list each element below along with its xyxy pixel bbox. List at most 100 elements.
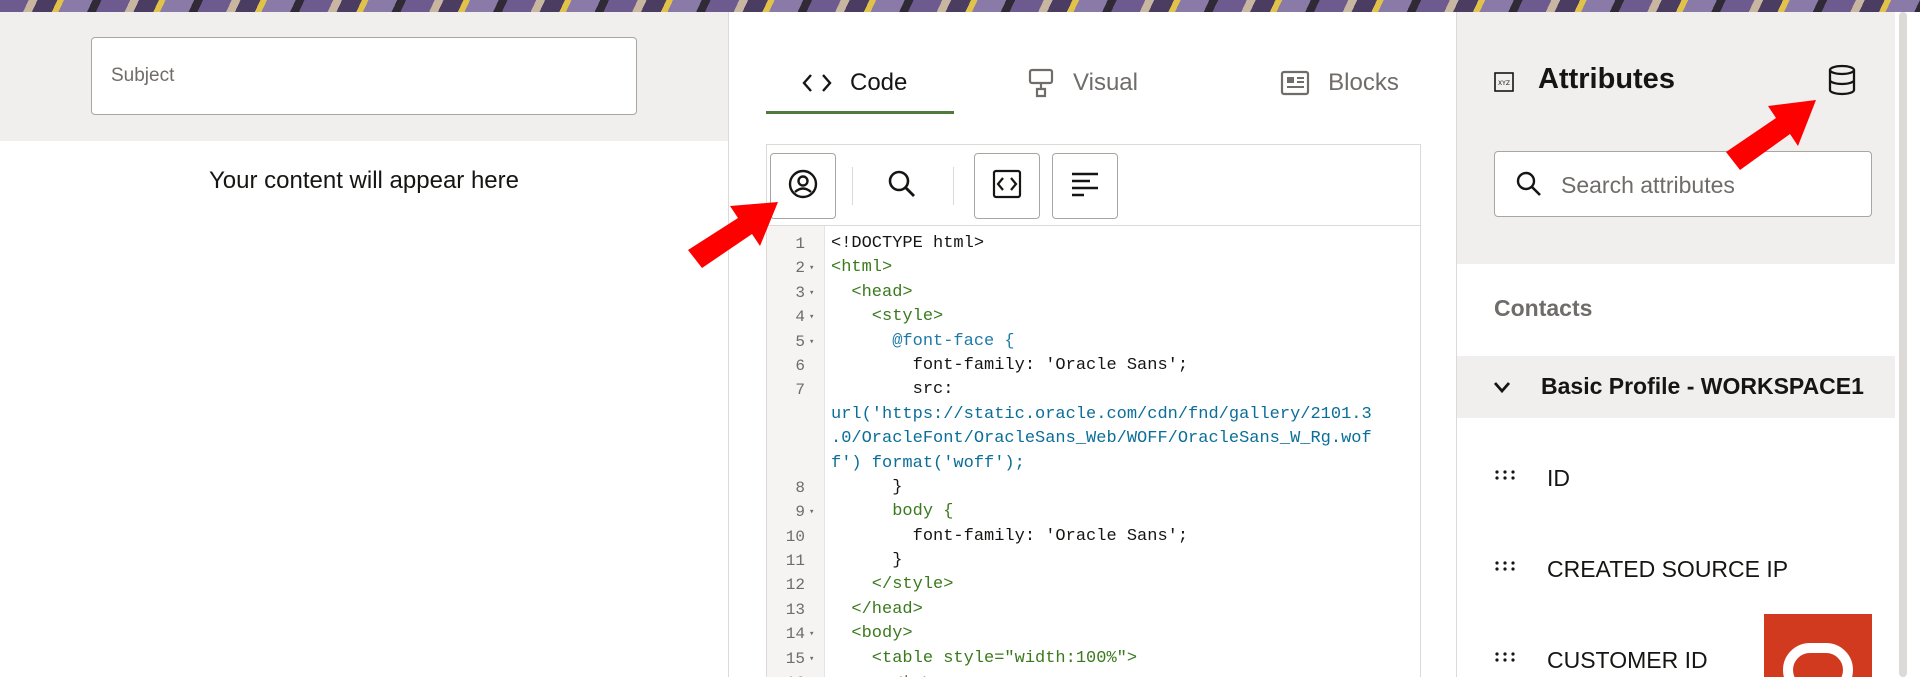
scrollbar-thumb[interactable] [1899, 12, 1907, 677]
line-number: 1 [795, 235, 805, 253]
attribute-item-label: CREATED SOURCE IP [1547, 556, 1789, 582]
code-line: 12 </style> [767, 573, 1420, 597]
attribute-xyz-icon: XYZ [1494, 72, 1514, 92]
code-line: 11 } [767, 549, 1420, 573]
code-text: url('https://static.oracle.com/cdn/fnd/g… [831, 404, 1372, 424]
personalize-button[interactable] [770, 153, 836, 219]
attribute-item-label: CUSTOMER ID [1547, 647, 1708, 673]
oracle-help-button[interactable] [1764, 614, 1872, 677]
fold-toggle-icon[interactable]: ▾ [809, 647, 814, 671]
code-text: src: [831, 380, 954, 400]
subject-area [0, 12, 728, 141]
data-source-button[interactable] [1822, 62, 1862, 102]
blocks-layout-icon [1280, 70, 1310, 96]
line-number: 9 [795, 503, 805, 522]
drag-handle-icon [1494, 649, 1518, 670]
code-text: </head> [831, 599, 923, 619]
fold-toggle-icon[interactable]: ▾ [809, 622, 814, 646]
code-line: 7 src: [767, 378, 1420, 402]
search-icon [886, 168, 918, 205]
attributes-pane: XYZ Attributes Contacts Basic Profile - … [1457, 12, 1895, 677]
toolbar-separator [852, 167, 853, 205]
tab-visual-label: Visual [1073, 69, 1138, 96]
code-embed-icon [991, 168, 1023, 205]
decorative-banner [0, 0, 1920, 12]
find-button[interactable] [869, 153, 935, 219]
tab-code[interactable]: Code [766, 52, 954, 114]
code-brackets-icon [802, 72, 832, 94]
tab-visual[interactable]: Visual [954, 52, 1211, 114]
code-text: <head> [831, 282, 913, 302]
code-area[interactable]: 1 <!DOCTYPE html> 2 ▾ <html> 3 ▾ <head> 4 ▾ <sty… [767, 226, 1420, 677]
line-number: 15 [785, 649, 805, 668]
attribute-item-created-source-ip[interactable]: CREATED SOURCE IP [1457, 540, 1895, 600]
svg-text:XYZ: XYZ [1498, 80, 1510, 87]
code-line: 13 </head> [767, 598, 1420, 622]
code-line: .0/OracleFont/OracleSans_Web/WOFF/Oracle… [767, 427, 1420, 451]
subject-input[interactable] [91, 37, 637, 115]
code-line: 4 ▾ <style> [767, 305, 1420, 329]
line-number: 2 [795, 259, 805, 278]
code-text: .0/OracleFont/OracleSans_Web/WOFF/Oracle… [831, 429, 1372, 449]
code-line: 8 } [767, 476, 1420, 500]
format-code-button[interactable] [1052, 153, 1118, 219]
paint-roller-icon [1027, 68, 1055, 98]
code-line: f') format('woff'); [767, 452, 1420, 476]
line-number: 12 [785, 576, 805, 595]
fold-toggle-icon[interactable]: ▾ [809, 256, 814, 280]
fold-toggle-icon[interactable]: ▾ [809, 305, 814, 329]
attribute-group-header[interactable]: Basic Profile - WORKSPACE1 [1457, 356, 1895, 418]
line-number: 10 [785, 527, 805, 546]
personalize-icon [787, 168, 819, 205]
tab-blocks[interactable]: Blocks [1211, 52, 1468, 114]
search-icon [1515, 170, 1543, 203]
preview-pane: Your content will appear here [0, 12, 728, 677]
code-line: 10 font-family: 'Oracle Sans'; [767, 525, 1420, 549]
code-line: 15 ▾ <table style="width:100%"> [767, 647, 1420, 671]
insert-code-button[interactable] [974, 153, 1040, 219]
fold-toggle-icon[interactable]: ▾ [809, 281, 814, 305]
code-text: f') format('woff'); [831, 453, 1025, 473]
code-line: 5 ▾ @font-face { [767, 330, 1420, 354]
line-number: 14 [785, 625, 805, 644]
line-number: 4 [795, 308, 805, 327]
line-number: 6 [795, 356, 805, 375]
drag-handle-icon [1494, 558, 1518, 579]
code-text: @font-face { [831, 331, 1015, 351]
database-icon [1827, 64, 1857, 101]
editor-toolbar [767, 145, 1420, 226]
tab-blocks-label: Blocks [1328, 69, 1399, 96]
line-number: 7 [795, 381, 805, 400]
code-text: <body> [831, 624, 913, 644]
code-editor: 1 <!DOCTYPE html> 2 ▾ <html> 3 ▾ <head> 4 ▾ <sty… [766, 144, 1421, 677]
code-line: 1 <!DOCTYPE html> [767, 232, 1420, 256]
code-text: } [831, 551, 903, 571]
search-attributes-input[interactable] [1561, 166, 1861, 204]
line-number: 16 [767, 671, 805, 677]
tab-code-label: Code [850, 69, 908, 96]
editor-pane: Code Visual Blocks 1 <!DOCTYPE html> 2 ▾… [729, 12, 1456, 677]
code-text: <table style="width:100%"> [831, 648, 1138, 668]
line-number: 8 [795, 478, 805, 497]
code-text: } [831, 477, 903, 497]
code-text: font-family: 'Oracle Sans'; [831, 526, 1189, 546]
attribute-group-label: Basic Profile - WORKSPACE1 [1541, 373, 1864, 399]
editor-tabs: Code Visual Blocks [766, 52, 1468, 114]
code-line: 14 ▾ <body> [767, 622, 1420, 646]
section-label: Contacts [1494, 295, 1593, 321]
code-lines: 1 <!DOCTYPE html> 2 ▾ <html> 3 ▾ <head> 4 ▾ <sty… [767, 232, 1420, 677]
preview-placeholder-text: Your content will appear here [209, 167, 519, 194]
line-number: 3 [795, 283, 805, 302]
fold-toggle-icon[interactable]: ▾ [809, 330, 814, 354]
code-line: 6 font-family: 'Oracle Sans'; [767, 354, 1420, 378]
attribute-item-id[interactable]: ID [1457, 449, 1895, 509]
code-text: <tr> [831, 671, 933, 677]
attributes-header: XYZ Attributes [1457, 12, 1895, 264]
attribute-item-label: ID [1547, 465, 1570, 491]
code-line: 9 ▾ body { [767, 500, 1420, 524]
fold-toggle-icon[interactable]: ▾ [809, 500, 814, 524]
code-line: 16 <tr> [767, 671, 1420, 677]
line-number: 13 [785, 600, 805, 619]
code-line: url('https://static.oracle.com/cdn/fnd/g… [767, 403, 1420, 427]
code-line: 2 ▾ <html> [767, 256, 1420, 280]
